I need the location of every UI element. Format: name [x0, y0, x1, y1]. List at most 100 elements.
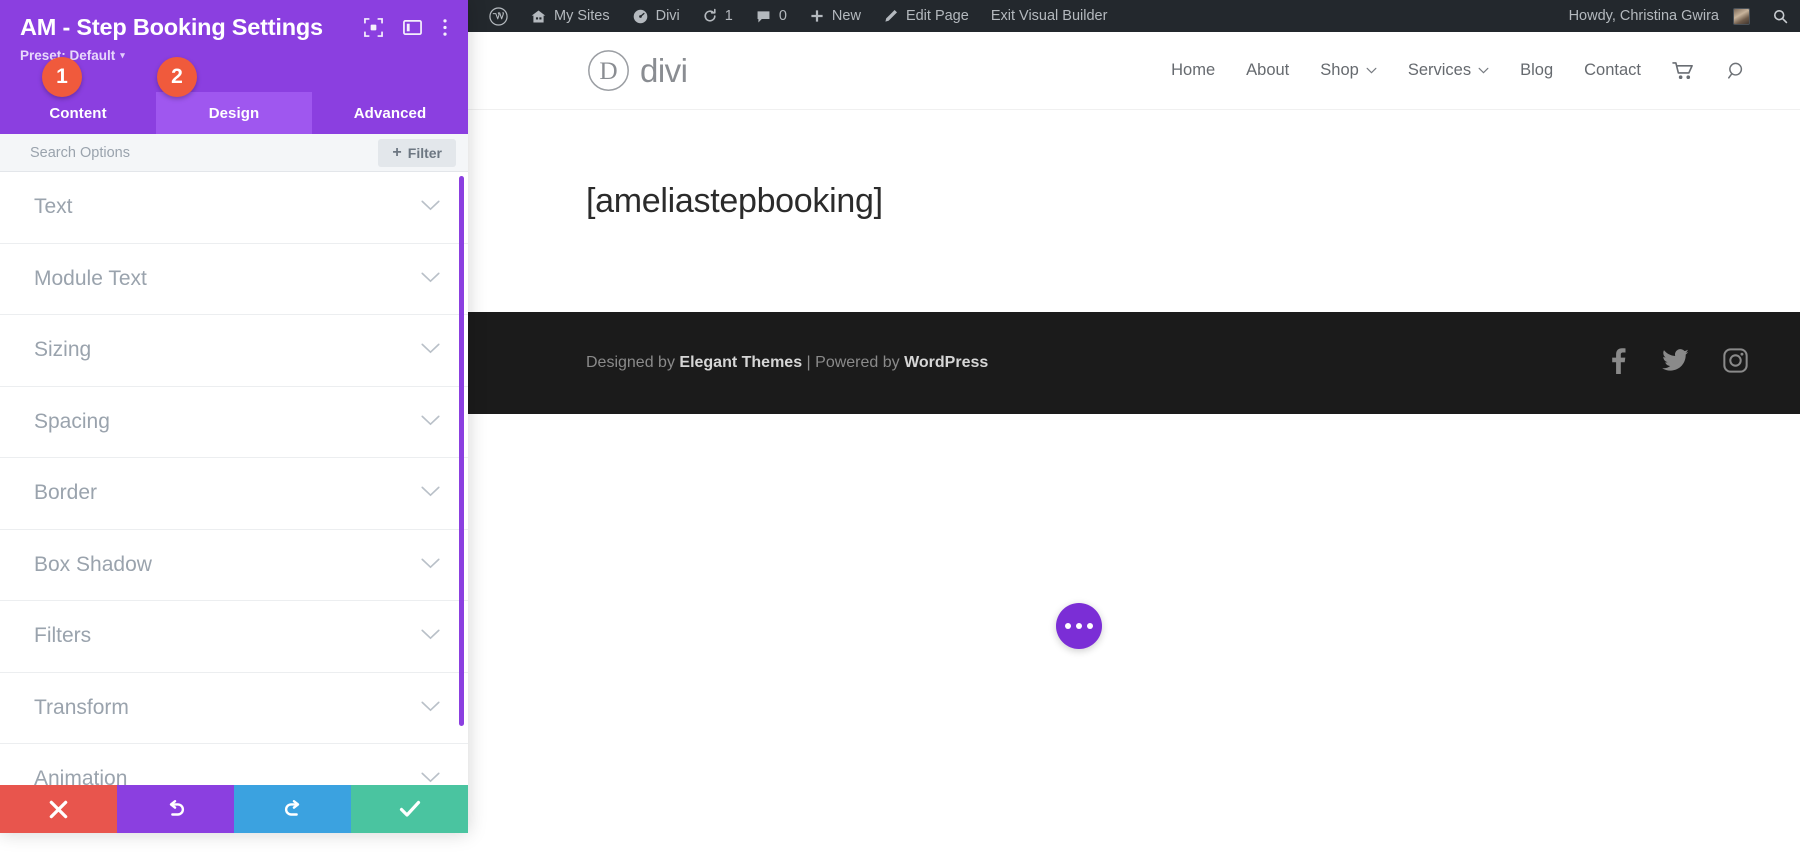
more-options-icon[interactable] [442, 18, 448, 42]
facebook-icon[interactable] [1608, 348, 1628, 379]
adminbar-item-account[interactable]: Howdy, Christina Gwira [1558, 0, 1761, 32]
cancel-button[interactable] [0, 785, 117, 833]
adminbar-label-comments-count: 0 [779, 8, 787, 24]
option-row-filters[interactable]: Filters [0, 601, 468, 673]
panel-tabs: Content Design Advanced [0, 92, 468, 134]
nav-item-search[interactable] [1726, 60, 1748, 82]
option-row-transform[interactable]: Transform [0, 673, 468, 745]
search-input[interactable] [30, 134, 378, 171]
option-label: Box Shadow [34, 553, 421, 577]
tab-label-advanced: Advanced [354, 105, 427, 122]
nav-item-contact[interactable]: Contact [1584, 61, 1641, 80]
nav-item-about[interactable]: About [1246, 61, 1289, 80]
option-row-animation[interactable]: Animation [0, 744, 468, 785]
tab-advanced[interactable]: Advanced [312, 92, 468, 134]
page-title: AM - Step Booking Settings [20, 14, 364, 41]
step-badge-1: 1 [42, 57, 82, 97]
option-row-sizing[interactable]: Sizing [0, 315, 468, 387]
adminbar-label-divi: Divi [656, 8, 680, 24]
sites-icon [530, 8, 547, 25]
option-label: Spacing [34, 410, 421, 434]
chevron-down-icon [421, 770, 440, 785]
footer-social-links [1608, 348, 1748, 379]
chevron-down-icon [421, 627, 440, 645]
chevron-down-icon [421, 198, 440, 216]
ellipsis-dot [1087, 623, 1093, 629]
filter-button[interactable]: + Filter [378, 139, 456, 167]
option-row-spacing[interactable]: Spacing [0, 387, 468, 459]
footer-credit-middle: Powered by [815, 354, 904, 371]
builder-menu-fab[interactable] [1056, 603, 1102, 649]
nav-item-cart[interactable] [1672, 61, 1695, 81]
panel-scrollbar[interactable] [459, 176, 464, 726]
preset-selector[interactable]: Preset: Default ▾ [20, 48, 448, 63]
adminbar-item-new[interactable]: New [798, 0, 872, 32]
chevron-down-icon [421, 699, 440, 717]
adminbar-label-new: New [832, 8, 861, 24]
adminbar-item-comments[interactable]: 0 [744, 0, 798, 32]
search-options-bar: + Filter [0, 134, 468, 172]
shortcode-text: [ameliastepbooking] [586, 182, 1800, 221]
nav-item-blog[interactable]: Blog [1520, 61, 1553, 80]
nav-label-shop: Shop [1320, 61, 1359, 80]
option-label: Transform [34, 696, 421, 720]
adminbar-label-updates-count: 1 [725, 8, 733, 24]
page-content: [ameliastepbooking] [468, 110, 1800, 312]
panel-layout-icon[interactable] [403, 18, 422, 42]
nav-item-home[interactable]: Home [1171, 61, 1215, 80]
site-header: D divi Home About Shop Services [468, 32, 1800, 110]
adminbar-item-exit-visual-builder[interactable]: Exit Visual Builder [980, 0, 1119, 32]
chevron-down-icon [421, 413, 440, 431]
tab-design[interactable]: Design [156, 92, 312, 134]
tab-content[interactable]: Content [0, 92, 156, 134]
twitter-icon[interactable] [1662, 349, 1689, 377]
ellipsis-dot [1076, 623, 1082, 629]
footer-credit: Designed by Elegant Themes | Powered by … [586, 354, 988, 372]
panel-header-icons [364, 14, 448, 42]
instagram-icon[interactable] [1723, 348, 1748, 378]
nav-item-shop[interactable]: Shop [1320, 61, 1377, 80]
adminbar-item-edit-page[interactable]: Edit Page [872, 0, 980, 32]
site-logo-text: divi [640, 52, 688, 90]
option-label: Module Text [34, 267, 421, 291]
options-list[interactable]: Text Module Text Sizing Spacing Border [0, 172, 468, 785]
footer-credit-brand[interactable]: Elegant Themes [679, 354, 802, 371]
chevron-down-icon [1366, 67, 1377, 74]
nav-item-services[interactable]: Services [1408, 61, 1489, 80]
page-blank-area [468, 414, 1800, 854]
step-badge-2: 2 [157, 57, 197, 97]
pencil-icon [883, 8, 899, 24]
option-label: Sizing [34, 338, 421, 362]
nav-label-blog: Blog [1520, 61, 1553, 80]
footer-credit-platform[interactable]: WordPress [904, 354, 988, 371]
adminbar-item-divi[interactable]: Divi [621, 0, 691, 32]
undo-icon [165, 798, 187, 820]
save-button[interactable] [351, 785, 468, 833]
tab-label-content: Content [49, 105, 106, 122]
option-label: Filters [34, 624, 421, 648]
footer-credit-separator: | [802, 354, 815, 371]
divi-logo-icon: D [586, 48, 631, 93]
wordpress-logo-icon [489, 7, 508, 26]
module-settings-panel: AM - Step Booking Settings [0, 0, 468, 833]
nav-label-about: About [1246, 61, 1289, 80]
adminbar-item-updates[interactable]: 1 [691, 0, 744, 32]
redo-button[interactable] [234, 785, 351, 833]
site-logo[interactable]: D divi [586, 48, 688, 93]
adminbar-item-my-sites[interactable]: My Sites [519, 0, 621, 32]
search-icon [1726, 60, 1748, 82]
undo-button[interactable] [117, 785, 234, 833]
plus-icon: + [392, 145, 401, 161]
option-row-module-text[interactable]: Module Text [0, 244, 468, 316]
option-row-text[interactable]: Text [0, 172, 468, 244]
svg-text:D: D [599, 57, 617, 85]
site-navigation: Home About Shop Services Blog Co [1171, 60, 1748, 82]
adminbar-item-wordpress[interactable] [478, 0, 519, 32]
focus-icon[interactable] [364, 18, 383, 42]
option-row-box-shadow[interactable]: Box Shadow [0, 530, 468, 602]
nav-label-home: Home [1171, 61, 1215, 80]
chevron-down-icon [421, 556, 440, 574]
adminbar-label-exit-visual-builder: Exit Visual Builder [991, 8, 1108, 24]
adminbar-item-search[interactable] [1761, 0, 1800, 32]
option-row-border[interactable]: Border [0, 458, 468, 530]
